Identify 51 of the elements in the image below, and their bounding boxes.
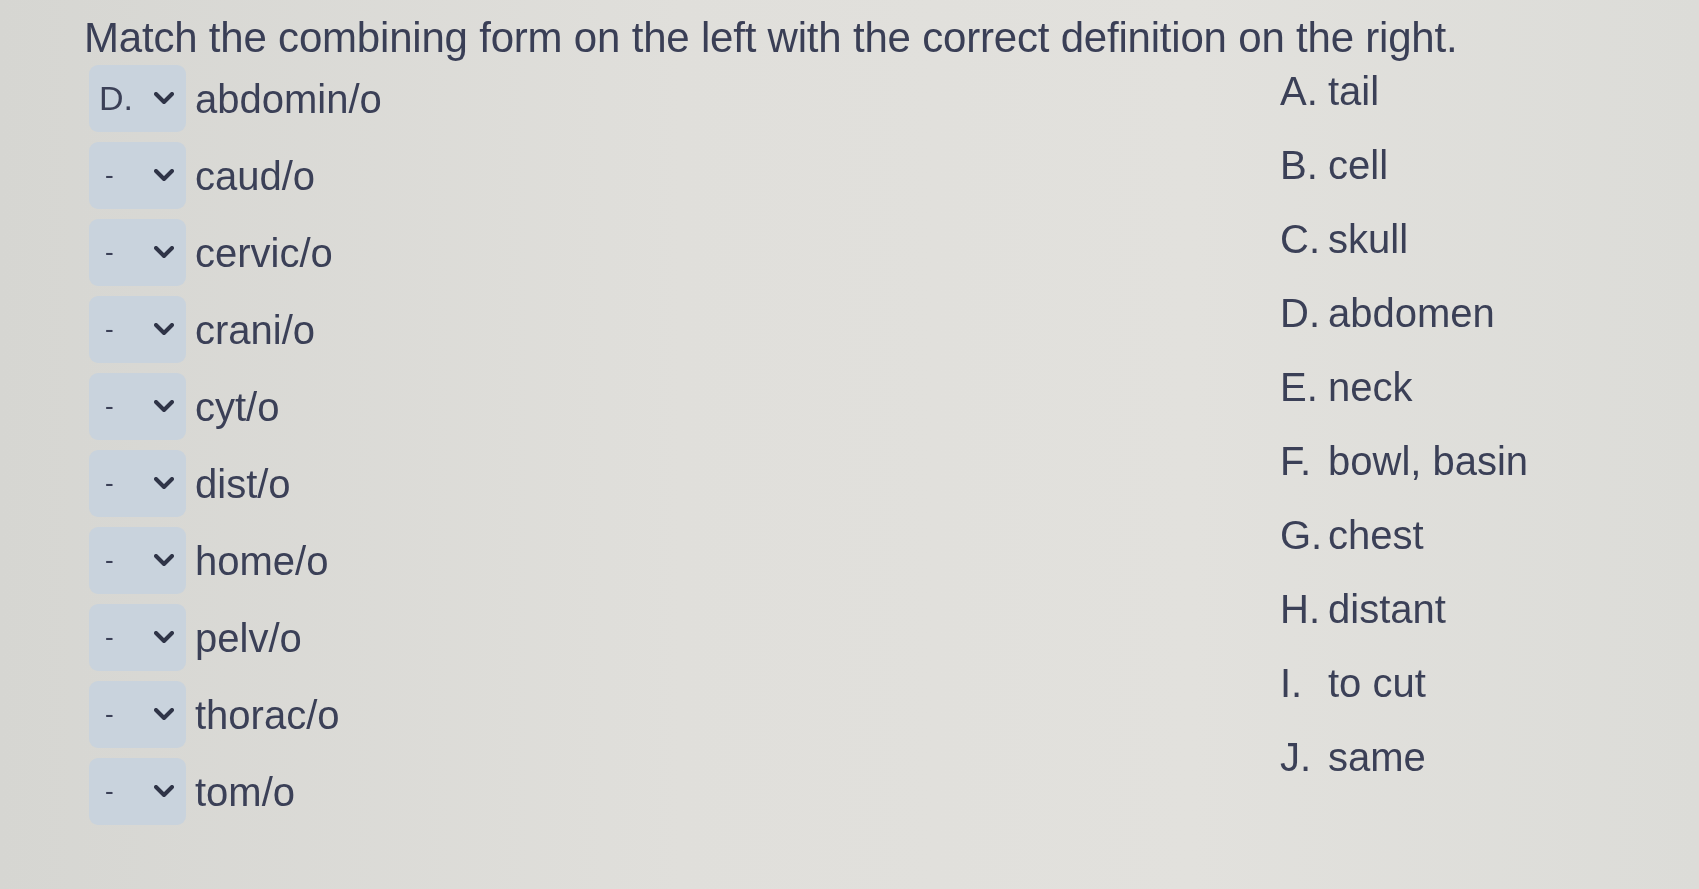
definition-letter: D.: [1280, 290, 1321, 336]
definition-text: skull: [1328, 216, 1409, 262]
chevron-down-icon: [154, 92, 174, 105]
definition-letter: B.: [1280, 142, 1319, 188]
chevron-down-icon: [154, 785, 174, 798]
answer-dropdown[interactable]: -: [89, 373, 186, 440]
term-text: tom/o: [195, 768, 296, 815]
chevron-down-icon: [154, 169, 174, 182]
answer-dropdown[interactable]: -: [89, 758, 186, 825]
chevron-down-icon: [154, 554, 174, 567]
answer-dropdown[interactable]: -: [89, 450, 186, 517]
definition-text: same: [1328, 734, 1426, 780]
term-text: crani/o: [195, 306, 316, 353]
definition-letter: I.: [1280, 660, 1304, 706]
definition-text: tail: [1328, 68, 1380, 114]
definition-text: abdomen: [1328, 290, 1495, 336]
definition-letter: H.: [1280, 586, 1321, 632]
instruction-text: Match the combining form on the left with the correct definition on the right.: [84, 14, 1459, 62]
definition-letter: F.: [1280, 438, 1313, 484]
term-text: cyt/o: [195, 383, 280, 430]
definition-text: bowl, basin: [1328, 438, 1529, 484]
answer-dropdown[interactable]: -: [89, 527, 186, 594]
term-text: pelv/o: [195, 614, 302, 661]
definition-letter: E.: [1280, 364, 1319, 410]
answer-dropdown[interactable]: -: [89, 604, 186, 671]
definition-letter: C.: [1280, 216, 1321, 262]
definition-letter: G.: [1280, 512, 1324, 558]
term-text: home/o: [195, 537, 329, 584]
definition-text: chest: [1328, 512, 1424, 558]
definition-text: to cut: [1328, 660, 1426, 706]
term-text: abdomin/o: [195, 75, 382, 122]
definition-text: distant: [1328, 586, 1446, 632]
chevron-down-icon: [154, 477, 174, 490]
answer-dropdown[interactable]: D.: [89, 65, 186, 132]
answer-dropdown[interactable]: -: [89, 219, 186, 286]
definition-text: neck: [1328, 364, 1413, 410]
chevron-down-icon: [154, 246, 174, 259]
definition-text: cell: [1328, 142, 1389, 188]
chevron-down-icon: [154, 631, 174, 644]
term-text: thorac/o: [195, 691, 340, 738]
answer-dropdown[interactable]: -: [89, 681, 186, 748]
term-text: cervic/o: [195, 229, 333, 276]
answer-dropdown[interactable]: -: [89, 142, 186, 209]
chevron-down-icon: [154, 708, 174, 721]
definition-letter: A.: [1280, 68, 1319, 114]
chevron-down-icon: [154, 323, 174, 336]
term-text: caud/o: [195, 152, 316, 199]
answer-dropdown[interactable]: -: [89, 296, 186, 363]
term-text: dist/o: [195, 460, 291, 507]
definition-letter: J.: [1280, 734, 1313, 780]
chevron-down-icon: [154, 400, 174, 413]
